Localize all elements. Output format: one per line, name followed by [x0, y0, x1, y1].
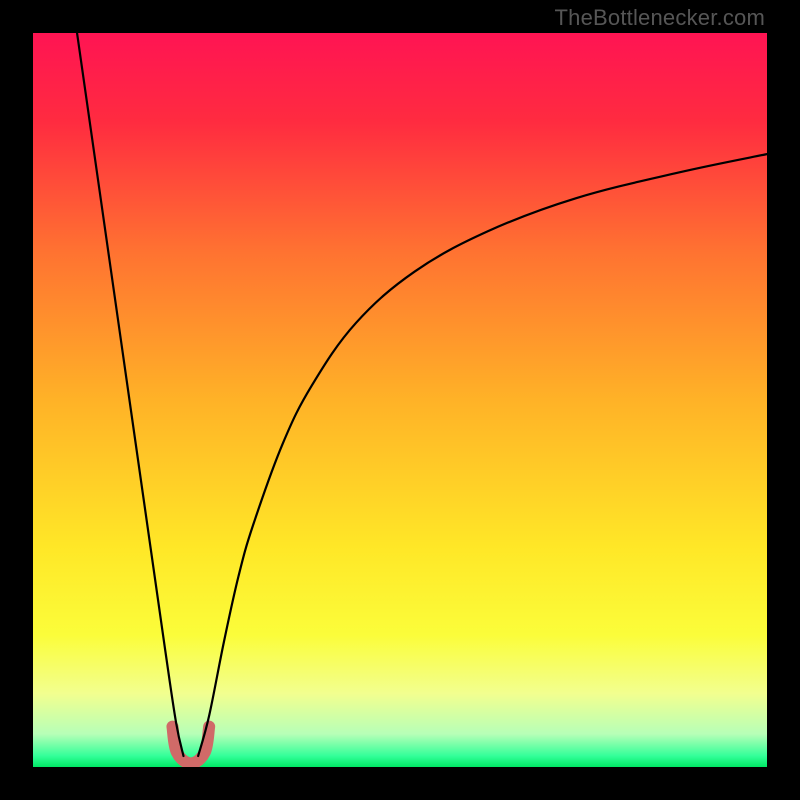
plot-area — [33, 33, 767, 767]
chart-svg — [33, 33, 767, 767]
gradient-background — [33, 33, 767, 767]
outer-frame: TheBottlenecker.com — [0, 0, 800, 800]
watermark-text: TheBottlenecker.com — [555, 5, 765, 31]
